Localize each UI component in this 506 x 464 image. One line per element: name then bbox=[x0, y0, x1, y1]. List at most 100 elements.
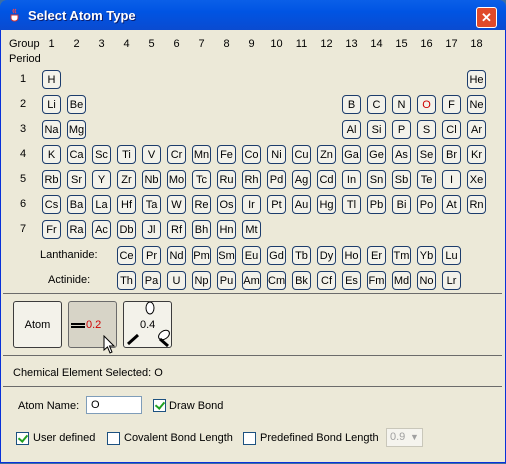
element-button-db[interactable]: Db bbox=[117, 220, 136, 239]
element-button-rf[interactable]: Rf bbox=[167, 220, 186, 239]
element-button-ni[interactable]: Ni bbox=[267, 145, 286, 164]
element-button-es[interactable]: Es bbox=[342, 271, 361, 290]
element-button-o[interactable]: O bbox=[417, 95, 436, 114]
element-button-la[interactable]: La bbox=[92, 195, 111, 214]
element-button-he[interactable]: He bbox=[467, 70, 486, 89]
element-button-eu[interactable]: Eu bbox=[242, 246, 261, 265]
element-button-po[interactable]: Po bbox=[417, 195, 436, 214]
element-button-ra[interactable]: Ra bbox=[67, 220, 86, 239]
element-button-fe[interactable]: Fe bbox=[217, 145, 236, 164]
element-button-c[interactable]: C bbox=[367, 95, 386, 114]
element-button-fm[interactable]: Fm bbox=[367, 271, 386, 290]
covalent-bond-length-checkbox[interactable] bbox=[107, 432, 120, 445]
element-button-ti[interactable]: Ti bbox=[117, 145, 136, 164]
element-button-co[interactable]: Co bbox=[242, 145, 261, 164]
element-button-w[interactable]: W bbox=[167, 195, 186, 214]
element-button-ru[interactable]: Ru bbox=[217, 170, 236, 189]
element-button-th[interactable]: Th bbox=[117, 271, 136, 290]
element-button-at[interactable]: At bbox=[442, 195, 461, 214]
element-button-as[interactable]: As bbox=[392, 145, 411, 164]
element-button-rh[interactable]: Rh bbox=[242, 170, 261, 189]
element-button-zr[interactable]: Zr bbox=[117, 170, 136, 189]
element-button-si[interactable]: Si bbox=[367, 120, 386, 139]
element-button-yb[interactable]: Yb bbox=[417, 246, 436, 265]
element-button-ga[interactable]: Ga bbox=[342, 145, 361, 164]
close-button[interactable]: ✕ bbox=[476, 7, 497, 28]
element-button-zn[interactable]: Zn bbox=[317, 145, 336, 164]
element-button-u[interactable]: U bbox=[167, 271, 186, 290]
element-button-re[interactable]: Re bbox=[192, 195, 211, 214]
element-button-mg[interactable]: Mg bbox=[67, 120, 86, 139]
element-button-ac[interactable]: Ac bbox=[92, 220, 111, 239]
element-button-mt[interactable]: Mt bbox=[242, 220, 261, 239]
element-button-sb[interactable]: Sb bbox=[392, 170, 411, 189]
element-button-cr[interactable]: Cr bbox=[167, 145, 186, 164]
element-button-ne[interactable]: Ne bbox=[467, 95, 486, 114]
element-button-hf[interactable]: Hf bbox=[117, 195, 136, 214]
element-button-ho[interactable]: Ho bbox=[342, 246, 361, 265]
element-button-mo[interactable]: Mo bbox=[167, 170, 186, 189]
element-button-tb[interactable]: Tb bbox=[292, 246, 311, 265]
element-button-am[interactable]: Am bbox=[242, 271, 261, 290]
element-button-np[interactable]: Np bbox=[192, 271, 211, 290]
element-button-bk[interactable]: Bk bbox=[292, 271, 311, 290]
element-button-f[interactable]: F bbox=[442, 95, 461, 114]
element-button-hg[interactable]: Hg bbox=[317, 195, 336, 214]
element-button-sc[interactable]: Sc bbox=[92, 145, 111, 164]
element-button-ca[interactable]: Ca bbox=[67, 145, 86, 164]
element-button-hn[interactable]: Hn bbox=[217, 220, 236, 239]
element-button-pt[interactable]: Pt bbox=[267, 195, 286, 214]
element-button-b[interactable]: B bbox=[342, 95, 361, 114]
element-button-p[interactable]: P bbox=[392, 120, 411, 139]
element-button-ir[interactable]: Ir bbox=[242, 195, 261, 214]
element-button-pb[interactable]: Pb bbox=[367, 195, 386, 214]
atom-name-field[interactable]: O bbox=[86, 396, 142, 414]
element-button-br[interactable]: Br bbox=[442, 145, 461, 164]
element-button-sn[interactable]: Sn bbox=[367, 170, 386, 189]
element-button-fr[interactable]: Fr bbox=[42, 220, 61, 239]
element-button-pa[interactable]: Pa bbox=[142, 271, 161, 290]
element-button-s[interactable]: S bbox=[417, 120, 436, 139]
element-button-cs[interactable]: Cs bbox=[42, 195, 61, 214]
element-button-ge[interactable]: Ge bbox=[367, 145, 386, 164]
element-button-in[interactable]: In bbox=[342, 170, 361, 189]
element-button-bi[interactable]: Bi bbox=[392, 195, 411, 214]
element-button-er[interactable]: Er bbox=[367, 246, 386, 265]
element-button-dy[interactable]: Dy bbox=[317, 246, 336, 265]
element-button-na[interactable]: Na bbox=[42, 120, 61, 139]
element-button-pm[interactable]: Pm bbox=[192, 246, 211, 265]
element-button-se[interactable]: Se bbox=[417, 145, 436, 164]
element-button-te[interactable]: Te bbox=[417, 170, 436, 189]
element-button-ba[interactable]: Ba bbox=[67, 195, 86, 214]
atom-button[interactable]: Atom bbox=[13, 301, 62, 348]
element-button-xe[interactable]: Xe bbox=[467, 170, 486, 189]
element-button-pu[interactable]: Pu bbox=[217, 271, 236, 290]
element-button-li[interactable]: Li bbox=[42, 95, 61, 114]
element-button-kr[interactable]: Kr bbox=[467, 145, 486, 164]
element-button-au[interactable]: Au bbox=[292, 195, 311, 214]
element-button-gd[interactable]: Gd bbox=[267, 246, 286, 265]
element-button-cf[interactable]: Cf bbox=[317, 271, 336, 290]
element-button-i[interactable]: I bbox=[442, 170, 461, 189]
element-button-md[interactable]: Md bbox=[392, 271, 411, 290]
element-button-tc[interactable]: Tc bbox=[192, 170, 211, 189]
draw-bond-checkbox[interactable] bbox=[153, 399, 166, 412]
element-button-be[interactable]: Be bbox=[67, 95, 86, 114]
element-button-n[interactable]: N bbox=[392, 95, 411, 114]
element-button-pd[interactable]: Pd bbox=[267, 170, 286, 189]
user-defined-checkbox[interactable] bbox=[16, 432, 29, 445]
predefined-bond-length-select[interactable]: 0.9 ▼ bbox=[386, 428, 423, 447]
element-button-al[interactable]: Al bbox=[342, 120, 361, 139]
element-button-k[interactable]: K bbox=[42, 145, 61, 164]
element-button-bh[interactable]: Bh bbox=[192, 220, 211, 239]
element-button-nd[interactable]: Nd bbox=[167, 246, 186, 265]
element-button-tm[interactable]: Tm bbox=[392, 246, 411, 265]
element-button-mn[interactable]: Mn bbox=[192, 145, 211, 164]
element-button-rn[interactable]: Rn bbox=[467, 195, 486, 214]
element-button-cm[interactable]: Cm bbox=[267, 271, 286, 290]
title-bar[interactable]: Select Atom Type ✕ bbox=[0, 0, 506, 30]
element-button-lu[interactable]: Lu bbox=[442, 246, 461, 265]
element-button-ag[interactable]: Ag bbox=[292, 170, 311, 189]
element-button-cl[interactable]: Cl bbox=[442, 120, 461, 139]
element-button-h[interactable]: H bbox=[42, 70, 61, 89]
